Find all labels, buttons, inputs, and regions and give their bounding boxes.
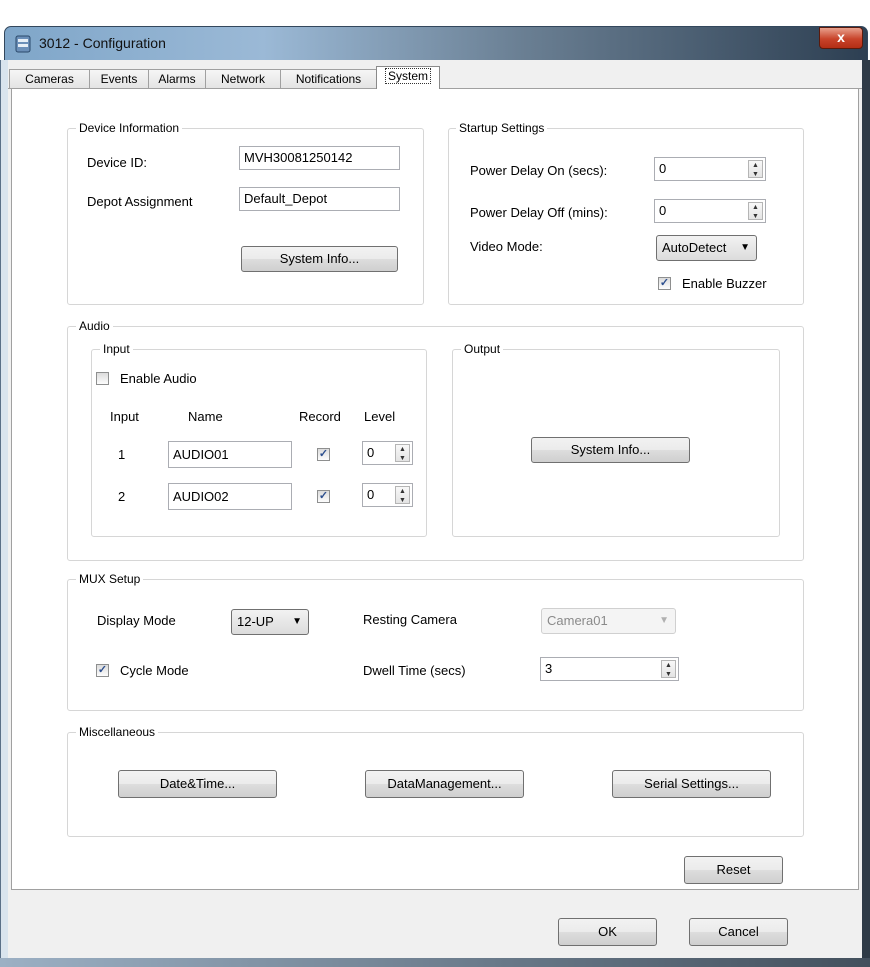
- tab-network[interactable]: Network: [205, 69, 281, 88]
- mux-setup-legend: MUX Setup: [76, 572, 144, 586]
- video-mode-label: Video Mode:: [470, 239, 543, 254]
- audio-row-input-number: 1: [118, 447, 126, 462]
- device-id-field[interactable]: MVH30081250142: [239, 146, 400, 170]
- dwell-time-value: 3: [545, 661, 553, 676]
- column-header-record: Record: [299, 409, 341, 424]
- window-frame-bottom: [0, 958, 870, 967]
- enable-buzzer-checkbox[interactable]: ✓: [658, 277, 671, 290]
- level-stepper[interactable]: 0 ▲ ▼: [362, 483, 413, 507]
- window-title: 3012 - Configuration: [39, 35, 166, 51]
- startup-settings-legend: Startup Settings: [456, 121, 548, 135]
- output-system-info-button[interactable]: System Info...: [531, 437, 690, 463]
- cycle-mode-label: Cycle Mode: [120, 663, 189, 678]
- spin-arrows-icon[interactable]: ▲ ▼: [748, 160, 763, 178]
- window-frame-right: [862, 60, 870, 965]
- tab-alarms[interactable]: Alarms: [148, 69, 206, 88]
- tab-system[interactable]: System: [376, 66, 440, 89]
- display-mode-select[interactable]: 12-UP ▼: [231, 609, 309, 635]
- resting-camera-select[interactable]: Camera01 ▼: [541, 608, 676, 634]
- cycle-mode-checkbox[interactable]: ✓: [96, 664, 109, 677]
- close-icon: x: [837, 29, 845, 45]
- miscellaneous-legend: Miscellaneous: [76, 725, 159, 739]
- record-checkbox[interactable]: ✓: [317, 490, 330, 503]
- depot-assignment-field[interactable]: Default_Depot: [239, 187, 400, 211]
- dwell-time-label: Dwell Time (secs): [363, 663, 466, 678]
- level-stepper[interactable]: 0 ▲ ▼: [362, 441, 413, 465]
- record-checkbox[interactable]: ✓: [317, 448, 330, 461]
- depot-assignment-label: Depot Assignment: [87, 194, 193, 209]
- level-value: 0: [367, 487, 375, 502]
- audio-legend: Audio: [76, 319, 113, 333]
- chevron-down-icon: ▼: [292, 616, 302, 627]
- video-mode-select[interactable]: AutoDetect ▼: [656, 235, 757, 261]
- title-bar[interactable]: 3012 - Configuration: [4, 26, 868, 62]
- power-delay-on-value: 0: [659, 161, 667, 176]
- power-delay-off-value: 0: [659, 203, 667, 218]
- audio-output-legend: Output: [461, 342, 504, 356]
- dwell-time-stepper[interactable]: 3 ▲ ▼: [540, 657, 679, 681]
- app-icon: [15, 35, 31, 53]
- tab-notifications[interactable]: Notifications: [280, 69, 377, 88]
- chevron-down-icon: ▼: [659, 615, 669, 626]
- audio-name-field[interactable]: AUDIO02: [168, 483, 292, 510]
- spin-arrows-icon[interactable]: ▲ ▼: [395, 444, 410, 462]
- tab-cameras[interactable]: Cameras: [9, 69, 90, 88]
- column-header-input: Input: [110, 409, 139, 424]
- mux-setup-group: [67, 579, 804, 711]
- level-value: 0: [367, 445, 375, 460]
- audio-name-field[interactable]: AUDIO01: [168, 441, 292, 468]
- system-info-button[interactable]: System Info...: [241, 246, 398, 272]
- power-delay-on-stepper[interactable]: 0 ▲ ▼: [654, 157, 766, 181]
- cancel-button[interactable]: Cancel: [689, 918, 788, 946]
- close-button[interactable]: x: [819, 27, 863, 49]
- spin-arrows-icon[interactable]: ▲ ▼: [395, 486, 410, 504]
- enable-buzzer-label: Enable Buzzer: [682, 276, 767, 291]
- ok-button[interactable]: OK: [558, 918, 657, 946]
- chevron-down-icon: ▼: [740, 242, 750, 253]
- power-delay-off-stepper[interactable]: 0 ▲ ▼: [654, 199, 766, 223]
- power-delay-off-label: Power Delay Off (mins):: [470, 205, 608, 220]
- audio-input-legend: Input: [100, 342, 133, 356]
- device-information-legend: Device Information: [76, 121, 183, 135]
- audio-row-input-number: 2: [118, 489, 126, 504]
- column-header-level: Level: [364, 409, 396, 424]
- date-time-button[interactable]: Date&Time...: [118, 770, 277, 798]
- power-delay-on-label: Power Delay On (secs):: [470, 163, 608, 178]
- enable-audio-checkbox[interactable]: [96, 372, 109, 385]
- spin-arrows-icon[interactable]: ▲ ▼: [748, 202, 763, 220]
- resting-camera-label: Resting Camera: [363, 612, 457, 627]
- column-header-name: Name: [188, 409, 223, 424]
- data-management-button[interactable]: DataManagement...: [365, 770, 524, 798]
- device-id-label: Device ID:: [87, 155, 147, 170]
- spin-arrows-icon[interactable]: ▲ ▼: [661, 660, 676, 678]
- reset-button[interactable]: Reset: [684, 856, 783, 884]
- serial-settings-button[interactable]: Serial Settings...: [612, 770, 771, 798]
- tab-events[interactable]: Events: [89, 69, 149, 88]
- enable-audio-label: Enable Audio: [120, 371, 197, 386]
- display-mode-label: Display Mode: [97, 613, 176, 628]
